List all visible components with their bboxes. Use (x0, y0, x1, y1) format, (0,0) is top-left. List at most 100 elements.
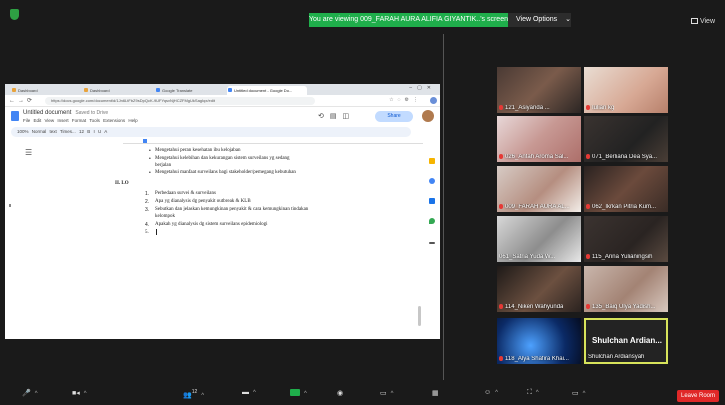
more-icon: ⛶ (527, 389, 532, 396)
doc-user-avatar[interactable] (422, 110, 434, 122)
tab-favicon-icon (12, 88, 16, 92)
share-screen-button[interactable]: ^ (290, 389, 307, 397)
participant-tile[interactable]: 071_Berliana Dea Sya... (584, 116, 668, 162)
participant-tile[interactable]: 026_Anfah Aroma Sal... (497, 116, 581, 162)
doc-line: 5. (145, 230, 149, 235)
record-button[interactable]: ◉ (337, 389, 343, 397)
participant-tile[interactable]: 118_Alya Shafira Khai... (497, 318, 581, 364)
add-addon-icon[interactable] (429, 242, 435, 244)
tab-label: Dashboard (90, 88, 110, 93)
doc-toolbar[interactable]: 100% Normal text Times... 12 B I U A (11, 127, 411, 137)
mute-button[interactable]: 🎤 ^ (22, 389, 38, 397)
video-camera-icon: ■◂ (72, 390, 80, 397)
participant-tile[interactable]: Iulian kg (584, 67, 668, 113)
participants-button[interactable]: 👥12^ (183, 389, 204, 399)
chevron-up-icon: ^ (253, 390, 256, 396)
mic-muted-icon (586, 204, 590, 209)
list-number: 4. (145, 222, 150, 228)
participant-name-text: 114_Niken Wahyunda (505, 304, 564, 310)
extension-icons[interactable]: ☆◌⚙⋮ (389, 97, 422, 103)
reactions-button[interactable]: ☺ ^ (484, 389, 498, 396)
share-screen-icon (290, 389, 300, 396)
participant-tile-active-speaker[interactable]: Shulchan Ardian... Shulchan Ardiansyah (584, 318, 668, 364)
panel-divider[interactable] (443, 34, 444, 380)
history-comment-icons[interactable]: ⟲▤◫ (318, 112, 355, 120)
doc-line: Perbedaan survei & surveilans (155, 191, 216, 196)
video-button[interactable]: ■◂ ^ (72, 389, 87, 397)
whiteboard-icon: ▭ (572, 390, 579, 397)
participant-tile[interactable]: 121_Asiyanda ... (497, 67, 581, 113)
tab-favicon-icon (156, 88, 160, 92)
mic-muted-icon: 🎤 (22, 390, 31, 397)
participant-name: Iulian kg (586, 105, 614, 111)
doc-scrollbar[interactable] (418, 306, 421, 326)
gutter-mark (9, 204, 11, 207)
doc-title[interactable]: Untitled document Saved to Drive (23, 110, 108, 116)
participant-name-text: 135_Baiq Ulya Yadish... (592, 304, 656, 310)
nav-buttons[interactable]: ←→⟳ (9, 97, 35, 104)
participant-tile[interactable]: 135_Baiq Ulya Yadish... (584, 266, 668, 312)
mic-muted-icon (586, 254, 590, 259)
security-shield-icon[interactable] (10, 9, 19, 20)
outline-icon[interactable]: ☰ (25, 148, 32, 157)
participant-tile[interactable]: 009_FARAH AURA AL... (497, 166, 581, 212)
text-cursor (156, 229, 157, 235)
chevron-up-icon: ^ (201, 393, 205, 399)
participant-tile[interactable]: 115_Arina Yulianingsih (584, 216, 668, 262)
list-number: 3. (145, 207, 150, 213)
ruler[interactable] (123, 139, 423, 144)
list-number: 2. (145, 199, 150, 205)
participant-tile[interactable]: 114_Niken Wahyunda (497, 266, 581, 312)
participant-name: 115_Arina Yulianingsih (586, 254, 653, 260)
docs-logo-icon[interactable] (11, 111, 19, 121)
tab-favicon-icon (84, 88, 88, 92)
participant-name: 026_Anfah Aroma Sal... (499, 154, 568, 160)
share-button[interactable]: Share (375, 111, 413, 122)
participant-name: 118_Alya Shafira Khai... (499, 356, 569, 362)
doc-line: Apakah yg dianalysis dg sistem surveilan… (155, 222, 268, 227)
view-button[interactable]: View (690, 18, 715, 25)
browser-tab[interactable]: Dashboard (83, 86, 153, 95)
chat-button[interactable]: ▬ ^ (242, 389, 256, 396)
participant-name: 135_Baiq Ulya Yadish... (586, 304, 656, 310)
chevron-up-icon: ^ (34, 391, 38, 397)
participant-name: 009_FARAH AURA AL... (499, 204, 570, 210)
side-panel-rail (427, 156, 440, 339)
participant-name-text: 062_Ikrkan Pitria Kum... (592, 204, 657, 210)
doc-menu-bar[interactable]: File Edit View Insert Format Tools Exten… (23, 118, 138, 123)
apps-button[interactable]: ▦ (432, 389, 439, 397)
url-field[interactable]: https://docs.google.com/document/d/1Jn6L… (45, 97, 315, 105)
captions-icon: ▭ (380, 390, 387, 397)
window-controls[interactable]: –▢✕ (409, 85, 436, 91)
whiteboard-button[interactable]: ▭ ^ (572, 389, 585, 397)
apps-grid-icon: ▦ (432, 390, 439, 397)
profile-avatar[interactable] (430, 97, 437, 104)
participant-name: 114_Niken Wahyunda (499, 304, 563, 310)
browser-tab[interactable]: Dashboard (11, 86, 81, 95)
maps-icon[interactable] (429, 218, 435, 224)
ruler-indent-marker[interactable] (143, 139, 147, 143)
browser-tab-active[interactable]: Untitled document - Google Do... (227, 86, 307, 95)
bullet: • (149, 156, 151, 162)
shared-screen[interactable]: Dashboard Dashboard Google Translate Unt… (5, 84, 440, 339)
address-bar: ←→⟳ https://docs.google.com/document/d/1… (5, 95, 440, 107)
participant-tile[interactable]: 061_Satria Yuda W... (497, 216, 581, 262)
tasks-icon[interactable] (429, 178, 435, 184)
doc-page[interactable]: • Mengetahui peran kesehatan ibu kelojab… (115, 146, 423, 339)
view-options-button[interactable]: View Options ⌄ (508, 13, 571, 27)
participant-tile[interactable]: 062_Ikrkan Pitria Kum... (584, 166, 668, 212)
browser-tab[interactable]: Google Translate (155, 86, 225, 95)
view-options-label: View Options (516, 16, 558, 23)
participant-name-text: 071_Berliana Dea Sya... (592, 154, 658, 160)
leave-room-button[interactable]: Leave Room (677, 390, 719, 402)
list-number: 1. (145, 191, 150, 197)
captions-button[interactable]: ▭ ^ (380, 389, 393, 397)
reactions-icon: ☺ (484, 389, 492, 396)
more-button[interactable]: ⛶ ^ (527, 389, 539, 397)
keep-icon[interactable] (429, 158, 435, 164)
participant-name: 121_Asiyanda ... (499, 105, 550, 111)
record-icon: ◉ (337, 390, 344, 397)
tab-label: Google Translate (162, 88, 193, 93)
contacts-icon[interactable] (429, 198, 435, 204)
chevron-up-icon: ^ (304, 391, 307, 397)
